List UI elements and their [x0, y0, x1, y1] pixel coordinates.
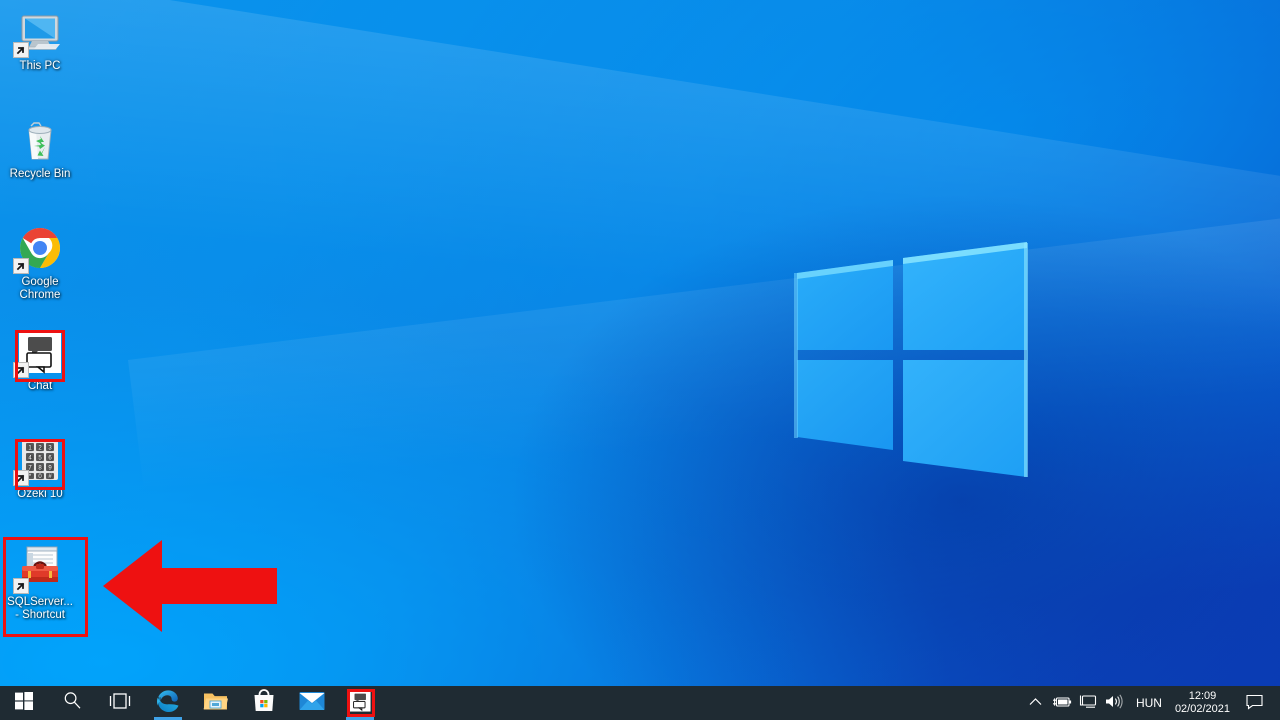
clock[interactable]: 12:09 02/02/2021: [1171, 686, 1240, 720]
volume-tray-button[interactable]: [1101, 686, 1127, 720]
recycle-bin-icon: [16, 116, 64, 164]
chat-taskbar-highlight-box: [347, 689, 375, 717]
desktop-icon-recycle-bin[interactable]: Recycle Bin: [0, 116, 80, 181]
mail-icon: [299, 691, 325, 716]
shortcut-arrow-badge: [13, 470, 29, 486]
system-tray: HUN 12:09 02/02/2021: [1023, 686, 1280, 720]
taskbar-buttons: [0, 686, 384, 720]
chat-icon: [13, 328, 64, 378]
desktop-icon-ozeki-10[interactable]: 123 456 789 * 0 # Ozeki 10: [0, 436, 80, 501]
desktop-icon-label: Chat: [27, 380, 53, 392]
taskbar[interactable]: HUN 12:09 02/02/2021: [0, 686, 1280, 720]
clock-time: 12:09: [1188, 690, 1217, 702]
search-icon: [63, 691, 82, 715]
search-button[interactable]: [48, 686, 96, 720]
wallpaper-dark-corner: [512, 194, 1280, 720]
volume-icon: [1104, 694, 1124, 712]
desktop-icon-chat[interactable]: Chat: [0, 328, 80, 393]
chrome-icon: [13, 224, 64, 274]
start-button[interactable]: [0, 686, 48, 720]
wallpaper-light-streak: [0, 0, 1280, 506]
edge-icon: [155, 688, 181, 719]
network-tray-button[interactable]: [1075, 686, 1101, 720]
keypad-icon: 123 456 789 * 0 #: [13, 436, 64, 486]
toolbox-icon: [13, 544, 64, 594]
desktop[interactable]: This PC Recycle Bin Google Chrome Chat 1…: [0, 0, 1280, 720]
computer-icon: [13, 8, 64, 58]
file-explorer-button[interactable]: [192, 686, 240, 720]
chevron-up-icon: [1029, 697, 1042, 709]
microsoft-edge-button[interactable]: [144, 686, 192, 720]
desktop-icon-sqlserver-shortcut[interactable]: SQLServer... - Shortcut: [0, 544, 80, 622]
shortcut-arrow-badge: [13, 362, 29, 378]
task-view-icon: [109, 692, 131, 715]
chat-taskbar-button[interactable]: [336, 686, 384, 720]
language-label: HUN: [1135, 696, 1162, 710]
battery-tray-button[interactable]: [1049, 686, 1075, 720]
mail-button[interactable]: [288, 686, 336, 720]
windows-logo-icon: [15, 691, 33, 715]
tray-overflow-button[interactable]: [1023, 686, 1049, 720]
show-desktop-button[interactable]: [1268, 686, 1274, 720]
task-view-button[interactable]: [96, 686, 144, 720]
desktop-icon-this-pc[interactable]: This PC: [0, 8, 80, 73]
desktop-icon-label-2: - Shortcut: [15, 609, 65, 621]
desktop-icon-google-chrome[interactable]: Google Chrome: [0, 224, 80, 302]
battery-icon: [1052, 695, 1072, 712]
action-center-button[interactable]: [1240, 686, 1268, 720]
shortcut-arrow-badge: [13, 42, 29, 58]
desktop-icon-label: Google: [21, 276, 59, 288]
desktop-wallpaper: [0, 0, 1280, 720]
notification-icon: [1245, 694, 1263, 713]
desktop-icon-label: SQLServer...: [7, 596, 73, 608]
shortcut-arrow-badge: [13, 578, 29, 594]
wallpaper-light-streak-lower: [128, 172, 1280, 646]
desktop-icon-label: This PC: [19, 60, 61, 72]
folder-icon: [203, 690, 229, 717]
clock-date: 02/02/2021: [1174, 703, 1230, 715]
microsoft-store-button[interactable]: [240, 686, 288, 720]
desktop-icon-label: Ozeki 10: [17, 488, 63, 500]
network-icon: [1079, 694, 1097, 712]
desktop-icon-label-2: Chrome: [19, 289, 61, 301]
desktop-icon-label: Recycle Bin: [9, 168, 71, 180]
language-indicator[interactable]: HUN: [1127, 686, 1171, 720]
shortcut-arrow-badge: [13, 258, 29, 274]
store-icon: [252, 688, 276, 718]
